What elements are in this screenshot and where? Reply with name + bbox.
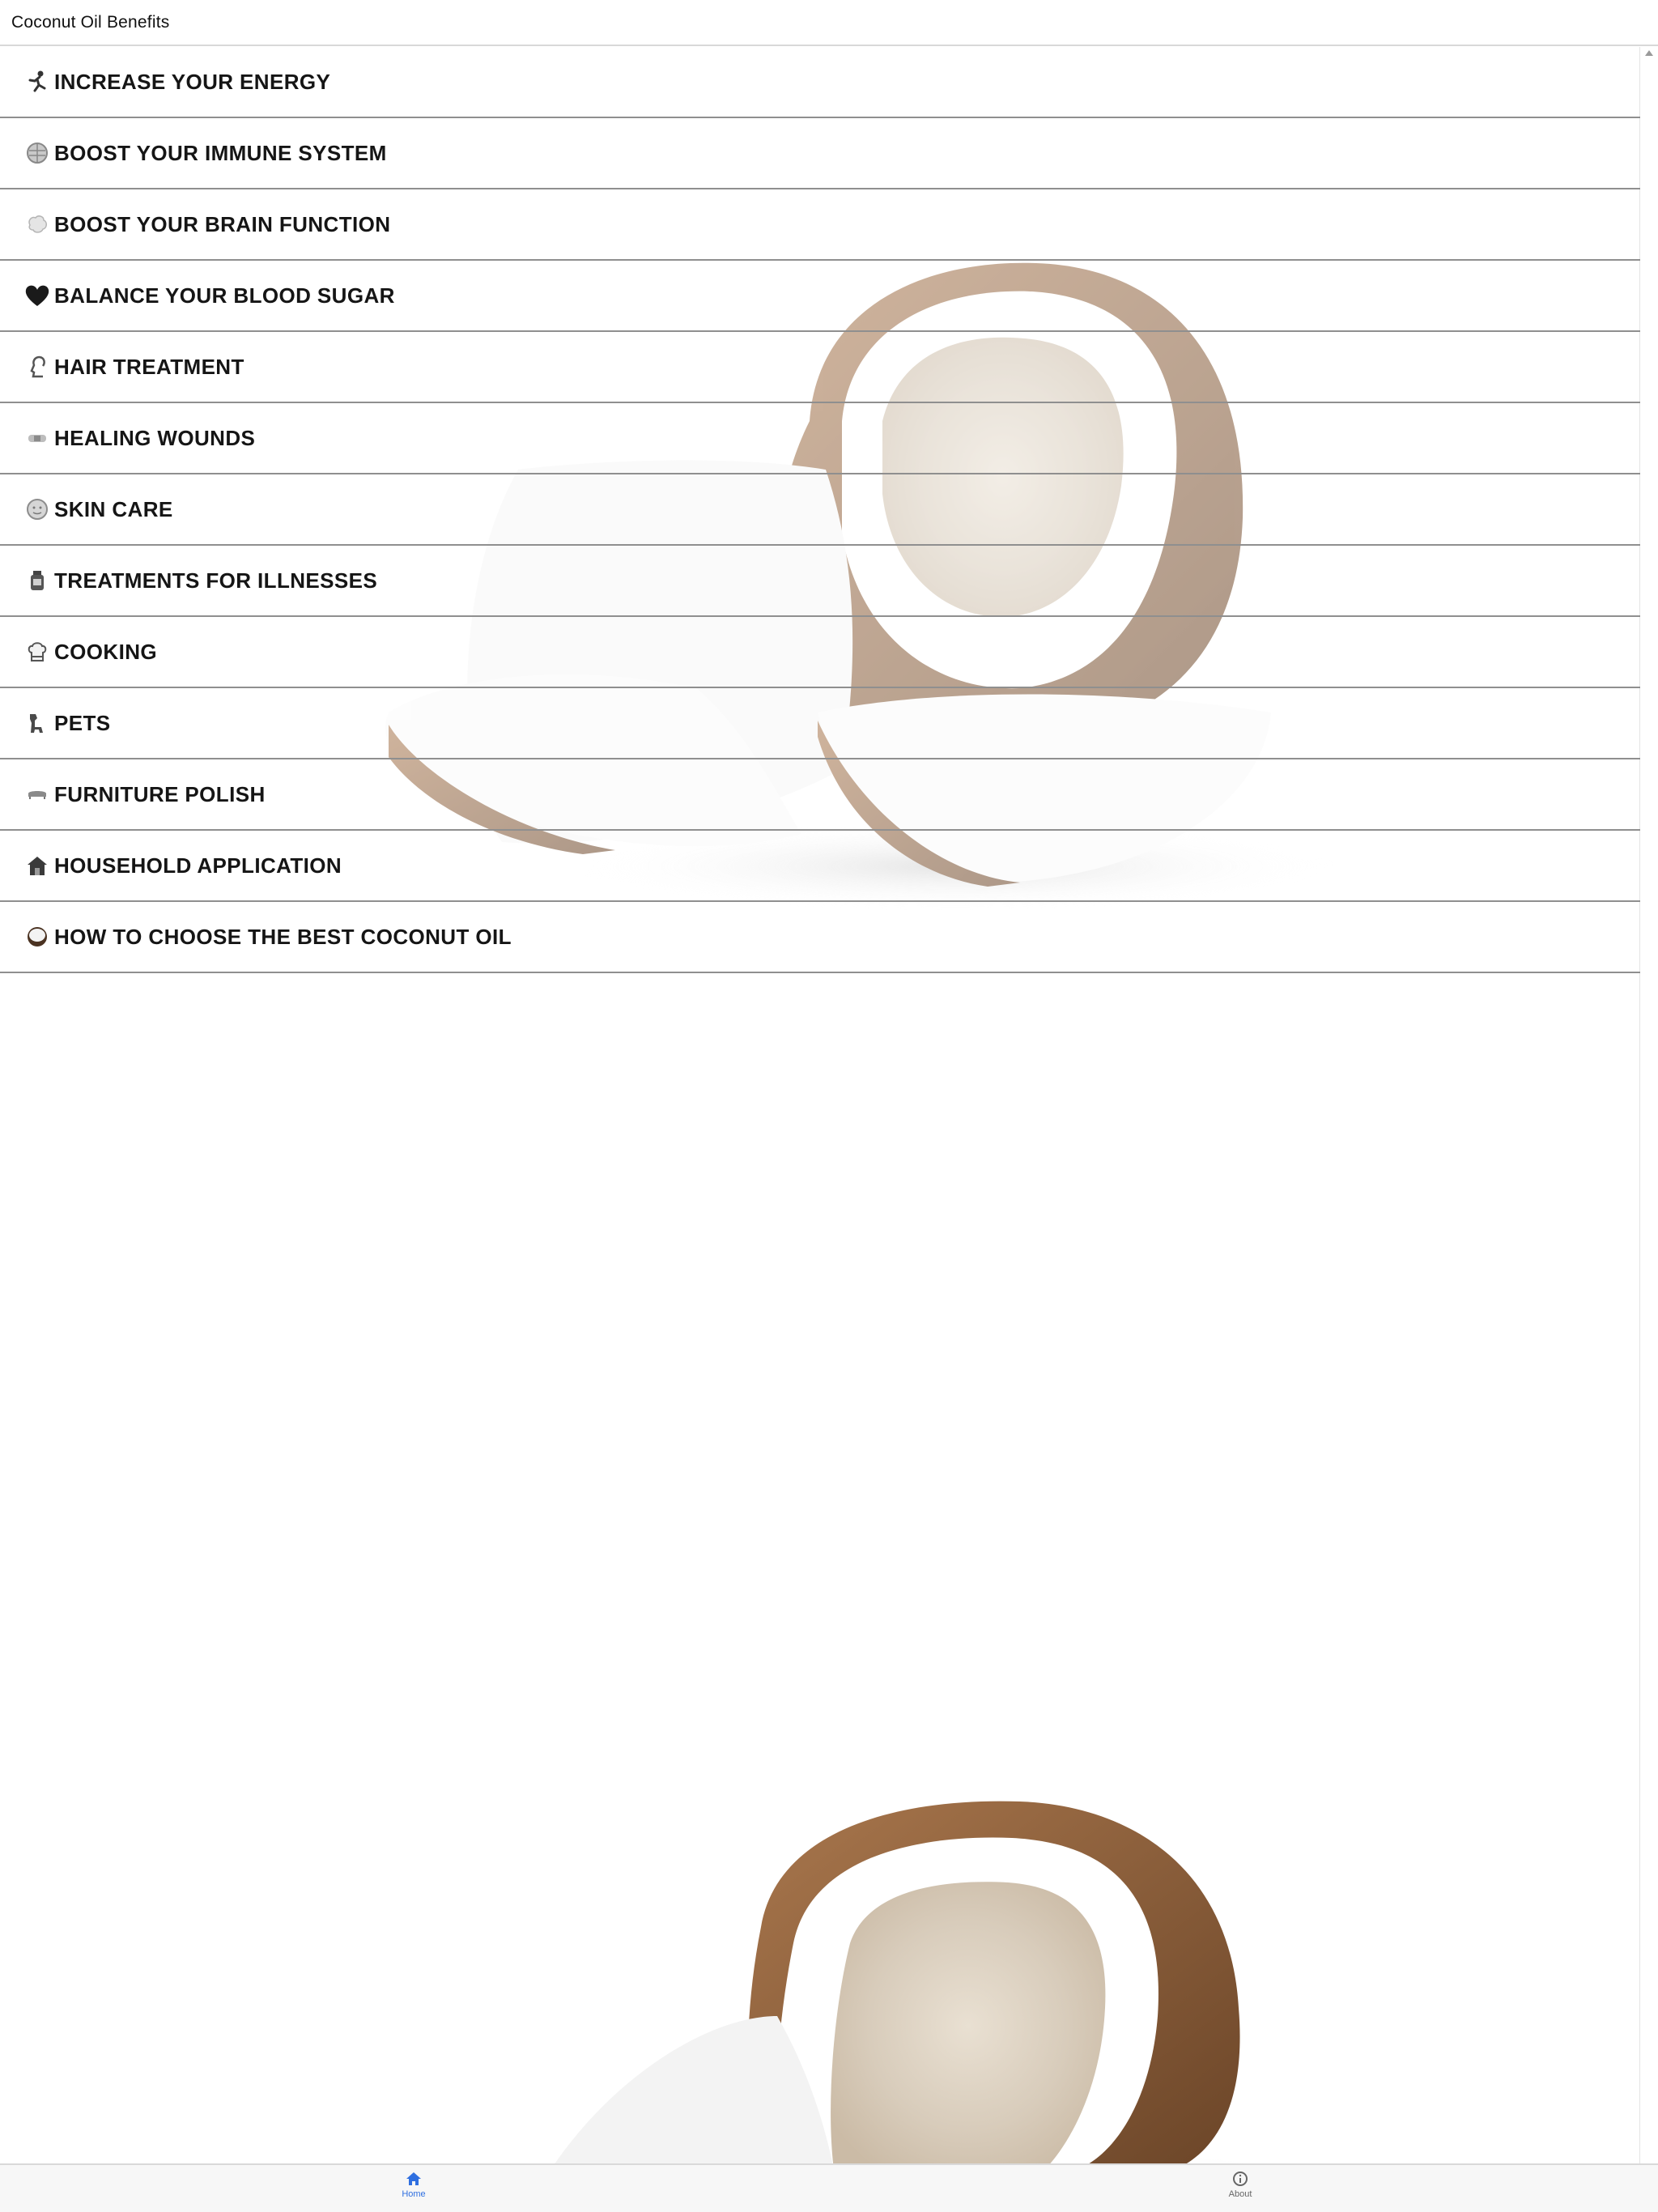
menu-item-label: FURNITURE POLISH — [54, 781, 266, 806]
menu-item-furniture-polish[interactable]: FURNITURE POLISH — [0, 759, 1640, 831]
menu-item-pets[interactable]: PETS — [0, 688, 1640, 759]
app-title: Coconut Oil Benefits — [11, 13, 170, 32]
menu-item-label: HAIR TREATMENT — [54, 354, 244, 379]
running-person-icon — [23, 68, 51, 96]
menu-item-brain-function[interactable]: BOOST YOUR BRAIN FUNCTION — [0, 189, 1640, 261]
menu-item-immune-system[interactable]: BOOST YOUR IMMUNE SYSTEM — [0, 118, 1640, 189]
menu-item-blood-sugar[interactable]: BALANCE YOUR BLOOD SUGAR — [0, 261, 1640, 332]
chef-hat-icon — [23, 638, 51, 666]
tab-about-label: About — [1228, 2189, 1252, 2199]
menu-item-skin-care[interactable]: SKIN CARE — [0, 474, 1640, 546]
tab-home[interactable]: Home — [365, 2170, 462, 2209]
hair-icon — [23, 353, 51, 381]
menu-item-label: BALANCE YOUR BLOOD SUGAR — [54, 283, 395, 308]
menu-item-healing-wounds[interactable]: HEALING WOUNDS — [0, 403, 1640, 474]
benefits-menu-list: INCREASE YOUR ENERGY BOOST YOUR IMMUNE S… — [0, 47, 1640, 973]
sofa-icon — [23, 781, 51, 808]
menu-item-cooking[interactable]: COOKING — [0, 617, 1640, 688]
menu-item-label: HOUSEHOLD APPLICATION — [54, 853, 342, 878]
menu-item-label: PETS — [54, 710, 111, 735]
dog-icon — [23, 709, 51, 737]
menu-item-label: HEALING WOUNDS — [54, 425, 256, 450]
bandage-icon — [23, 424, 51, 452]
menu-item-label: BOOST YOUR IMMUNE SYSTEM — [54, 140, 387, 165]
app-screen: Coconut Oil Benefits INCREASE YOUR ENERG… — [0, 0, 1658, 2212]
menu-item-treatments-illnesses[interactable]: TREATMENTS FOR ILLNESSES — [0, 546, 1640, 617]
tab-about[interactable]: About — [1192, 2170, 1289, 2209]
menu-item-increase-energy[interactable]: INCREASE YOUR ENERGY — [0, 47, 1640, 118]
face-icon — [23, 496, 51, 523]
brain-icon — [23, 211, 51, 238]
home-icon — [405, 2170, 423, 2188]
info-icon — [1232, 2170, 1248, 2188]
menu-item-label: HOW TO CHOOSE THE BEST COCONUT OIL — [54, 924, 512, 949]
menu-item-label: COOKING — [54, 639, 158, 664]
menu-item-hair-treatment[interactable]: HAIR TREATMENT — [0, 332, 1640, 403]
house-icon — [23, 852, 51, 879]
coconut-icon — [23, 923, 51, 951]
menu-item-choose-best-oil[interactable]: HOW TO CHOOSE THE BEST COCONUT OIL — [0, 902, 1640, 973]
scrollbar[interactable] — [1639, 47, 1658, 2163]
title-bar: Coconut Oil Benefits — [0, 0, 1658, 46]
shield-globe-icon — [23, 139, 51, 167]
heart-icon — [23, 282, 51, 309]
scroll-up-arrow-icon[interactable] — [1645, 50, 1653, 56]
bottom-tab-bar: Home About — [0, 2163, 1658, 2212]
menu-item-label: INCREASE YOUR ENERGY — [54, 69, 331, 94]
menu-item-label: SKIN CARE — [54, 496, 173, 521]
medicine-bottle-icon — [23, 567, 51, 594]
menu-item-label: BOOST YOUR BRAIN FUNCTION — [54, 211, 391, 236]
tab-home-label: Home — [402, 2189, 426, 2199]
menu-item-label: TREATMENTS FOR ILLNESSES — [54, 568, 378, 593]
menu-item-household-application[interactable]: HOUSEHOLD APPLICATION — [0, 831, 1640, 902]
